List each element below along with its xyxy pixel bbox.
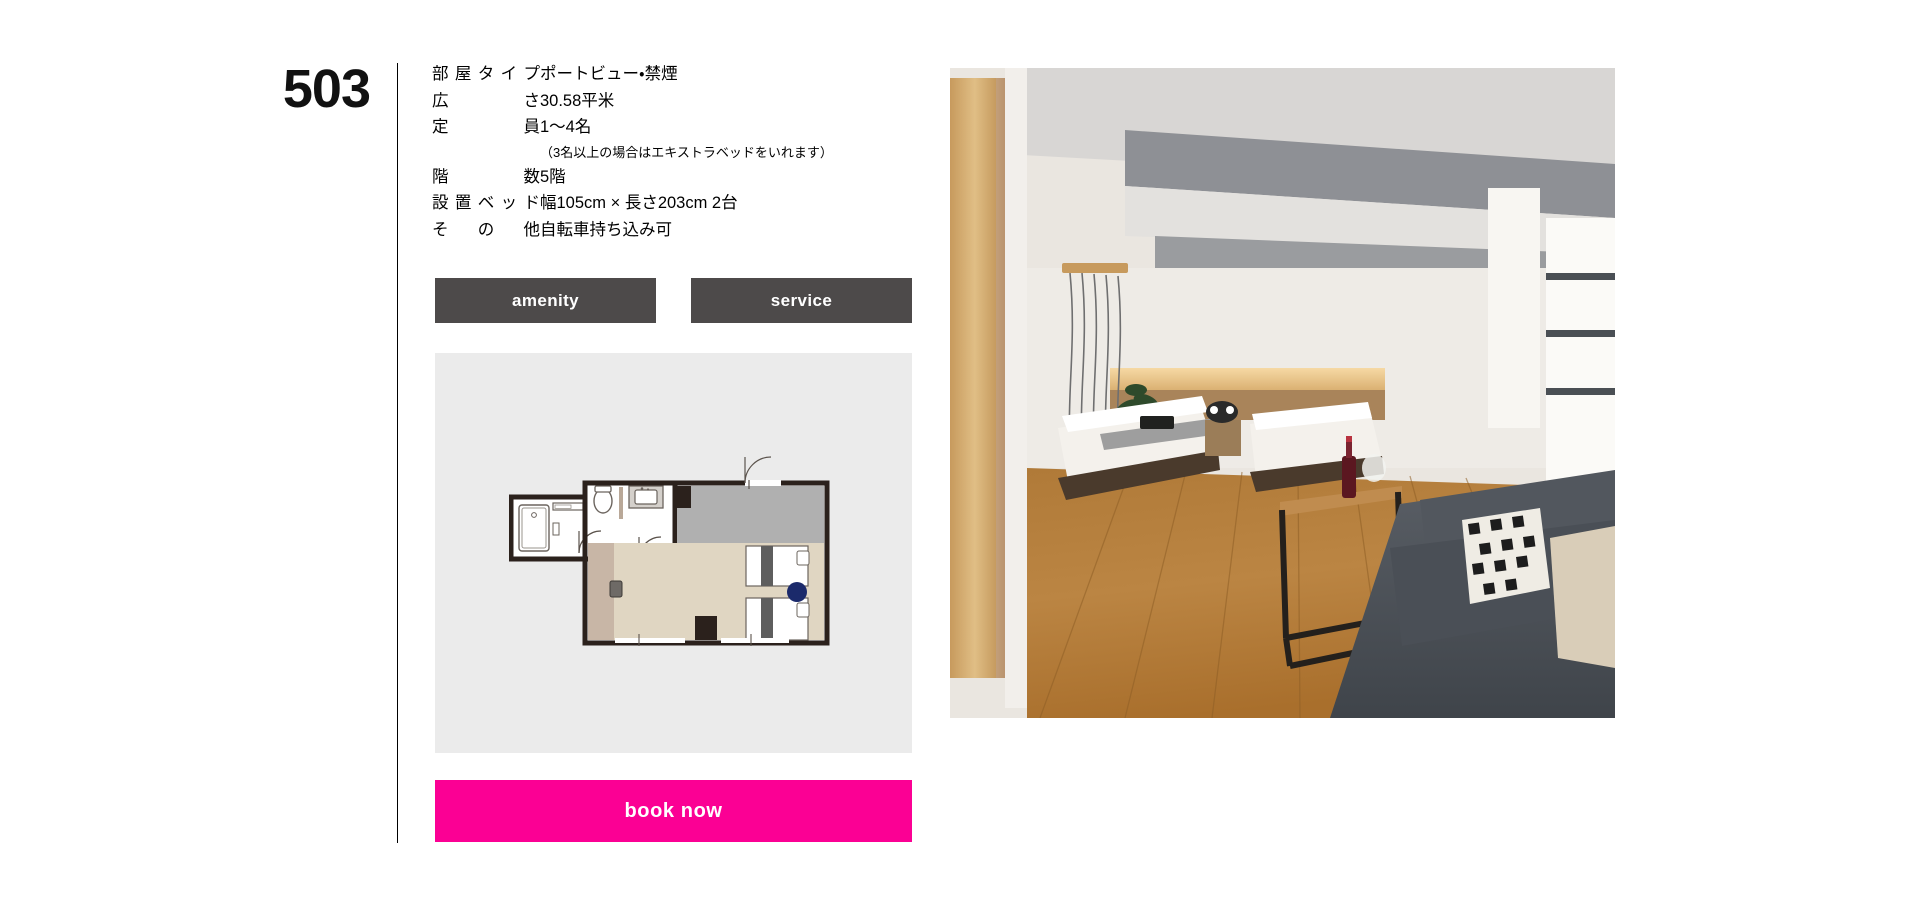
spec-label: 定員: [432, 118, 540, 136]
spec-value: 自転車持ち込み可: [540, 220, 672, 239]
spec-row-capacity: 定員 1〜4名: [432, 119, 862, 146]
room-number: 503: [282, 59, 371, 119]
floorplan-closet: [676, 486, 824, 543]
spec-value: 1〜4名: [540, 118, 592, 136]
spec-value: 5階: [540, 167, 566, 186]
floorplan-window-1: [614, 638, 685, 643]
spec-label: 部屋タイプ: [432, 65, 540, 83]
floorplan-bed-2-pillow: [796, 602, 809, 618]
photo-door-frame-edge: [996, 78, 1005, 678]
photo-window-rail-1: [1546, 273, 1615, 280]
spec-row-bed: 設置ベッド 幅105cm × 長さ203cm 2台: [432, 195, 862, 222]
spec-value: 30.58平米: [540, 91, 615, 110]
floorplan-chair: [609, 580, 622, 598]
spec-row-room-type: 部屋タイプ ポートビュー・禁煙: [432, 66, 862, 93]
floorplan-bed-2-runner: [760, 598, 773, 640]
floorplan-window-2: [720, 638, 789, 643]
photo-cushion-checkered: [1462, 508, 1550, 604]
photo-wine-bottle-cap: [1346, 436, 1352, 442]
service-button[interactable]: service: [691, 278, 912, 323]
spec-row-floor: 階数 5階: [432, 167, 862, 196]
floorplan-diagram: [508, 456, 829, 646]
photo-window: [1488, 188, 1540, 428]
photo-wine-bottle: [1342, 456, 1356, 498]
photo-wine-bottle-neck: [1346, 440, 1352, 458]
photo-window-rail-3: [1546, 388, 1615, 395]
floorplan-wc-partition: [618, 487, 623, 519]
floorplan-closet-nib: [676, 486, 691, 508]
spec-label: 広さ: [432, 91, 540, 110]
vertical-divider: [397, 63, 398, 843]
spec-value: ポートビュー・禁煙: [540, 65, 678, 83]
photo-cushion-beige: [1550, 526, 1615, 668]
spec-value: 幅105cm × 長さ203cm 2台: [540, 194, 738, 212]
floorplan-round-table-marker: [786, 582, 807, 602]
floorplan-vanity-basin: [554, 504, 571, 509]
spec-row-other: その他 自転車持ち込み可: [432, 220, 862, 249]
room-photo: [950, 68, 1615, 718]
amenity-button[interactable]: amenity: [435, 278, 656, 323]
room-spec-table: 部屋タイプ ポートビュー・禁煙 広さ 30.58平米 定員 1〜4名 （3名以上…: [432, 66, 862, 248]
floorplan-sink-tap: [640, 487, 643, 490]
action-button-group: amenity service: [435, 278, 912, 323]
spec-label: 設置ベッド: [432, 194, 540, 212]
spec-note-text: （3名以上の場合はエキストラベッドをいれます）: [540, 144, 833, 160]
spec-row-note: （3名以上の場合はエキストラベッドをいれます）: [432, 146, 862, 169]
floorplan-bed-1-pillow: [796, 550, 809, 566]
photo-window-rail-2: [1546, 330, 1615, 337]
book-now-button[interactable]: book now: [435, 780, 912, 842]
floorplan-sink-tap-handle: [646, 488, 649, 491]
photo-cord-rail: [1062, 263, 1128, 273]
spec-label: その他: [432, 220, 540, 239]
photo-wine-glass: [1362, 454, 1386, 482]
photo-bed-1-tray: [1140, 416, 1174, 429]
floorplan-wall-nib-bottom: [694, 616, 717, 640]
spec-note-spacer: [432, 146, 540, 169]
photo-decor-dot-right: [1226, 406, 1234, 414]
photo-decor-dot-left: [1210, 406, 1218, 414]
photo-wall-return: [1005, 68, 1027, 708]
floorplan-toilet-tank: [593, 485, 612, 493]
floorplan-towel-rail: [552, 522, 559, 536]
floorplan-panel: [435, 353, 912, 753]
floorplan-door-swing-entry: [743, 456, 771, 484]
floorplan-bed-1-runner: [760, 546, 773, 586]
room-photo-image: [950, 68, 1615, 718]
floorplan-sink-basin: [633, 489, 658, 505]
spec-row-size: 広さ 30.58平米: [432, 91, 862, 120]
photo-headboard-glow: [1110, 368, 1385, 392]
photo-nightstand: [1205, 420, 1241, 456]
floorplan-entry-opening: [744, 480, 781, 486]
spec-label: 階数: [432, 167, 540, 186]
floorplan-bathtub-inner: [521, 507, 546, 549]
